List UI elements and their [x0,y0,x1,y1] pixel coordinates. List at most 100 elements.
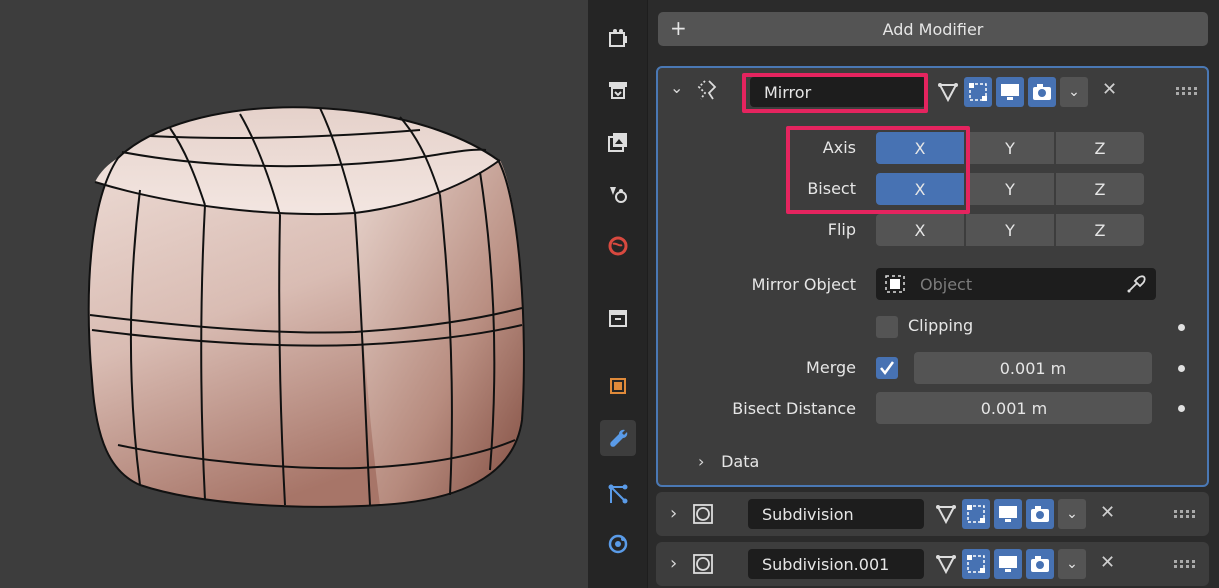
merge-distance-field[interactable]: 0.001 m [914,352,1152,384]
bisect-y-toggle[interactable]: Y [966,173,1054,205]
mirror-object-field[interactable]: Object [876,268,1156,300]
modifier-name-field[interactable]: Subdivision [748,499,924,529]
bisect-distance-label: Bisect Distance [732,399,856,418]
bisect-z-toggle[interactable]: Z [1056,173,1144,205]
monitor-icon [1001,84,1019,100]
clipping-checkbox[interactable] [876,316,898,338]
close-icon[interactable]: ✕ [1102,79,1117,100]
render-icon [609,82,627,99]
edit-mode-icon [938,83,958,103]
mirror-modifier-header: ⌄ Mirror ⌄ ✕ [658,68,1207,110]
keyframe-dot[interactable] [1178,405,1185,412]
add-modifier-label: Add Modifier [882,20,984,39]
flip-label: Flip [827,220,856,239]
chevron-down-icon: ⌄ [1066,556,1078,572]
on-cage-toggle[interactable] [964,77,992,107]
object-icon [610,378,626,394]
rounded-cube-mesh [87,106,525,508]
particles-icon [608,484,628,504]
on-cage-icon [967,505,985,523]
chevron-down-icon: ⌄ [1066,506,1078,522]
drag-handle-icon[interactable] [1174,559,1196,569]
realtime-display-toggle[interactable] [994,549,1022,579]
subdivision-001-modifier-panel: › Subdivision.001 ⌄ ✕ [656,542,1209,586]
mirror-object-label: Mirror Object [751,275,856,294]
camera-icon [1031,506,1049,522]
tab-world[interactable] [600,228,636,264]
monitor-icon [999,506,1017,522]
collection-icon [609,310,627,327]
edit-mode-toggle[interactable] [932,499,960,529]
tab-output[interactable] [600,124,636,160]
realtime-display-toggle[interactable] [996,77,1024,107]
mirror-modifier-icon [697,80,717,100]
chevron-right-icon: › [698,452,705,471]
edit-mode-toggle[interactable] [932,549,960,579]
tab-modifiers[interactable] [600,420,636,456]
close-icon[interactable]: ✕ [1100,552,1115,573]
3d-viewport[interactable] [0,0,588,588]
tab-collection[interactable] [600,300,636,336]
tab-tool[interactable] [600,20,636,56]
flip-y-toggle[interactable]: Y [966,214,1054,246]
data-subpanel-header[interactable]: › Data [698,452,759,471]
bisect-label: Bisect [807,179,856,198]
flip-toggle-group: X Y Z [876,214,1144,246]
chevron-down-icon: ⌄ [1068,84,1080,100]
edit-mode-toggle[interactable] [934,77,962,107]
bisect-toggle-group: X Y Z [876,173,1144,205]
flip-x-toggle[interactable]: X [876,214,964,246]
edit-mode-icon [936,555,956,575]
output-icon [608,133,627,152]
subdivision-modifier-panel: › Subdivision ⌄ ✕ [656,492,1209,536]
object-icon [885,275,905,293]
add-modifier-button[interactable]: + Add Modifier [658,12,1208,46]
render-toggle[interactable] [1026,549,1054,579]
checkmark-icon [880,361,895,376]
tab-render[interactable] [600,72,636,108]
mirror-modifier-panel: ⌄ Mirror ⌄ ✕ Axis X Y Z Bisect X Y Z Fli… [656,66,1209,487]
world-icon [608,236,628,256]
properties-tab-strip [588,0,648,588]
realtime-display-toggle[interactable] [994,499,1022,529]
subdivision-modifier-icon [693,504,713,524]
tab-physics[interactable] [600,526,636,562]
merge-label: Merge [806,358,856,377]
drag-handle-icon[interactable] [1174,509,1196,519]
mirror-object-placeholder: Object [920,275,973,294]
view-layer-icon [610,187,627,203]
keyframe-dot[interactable] [1178,324,1185,331]
render-toggle[interactable] [1028,77,1056,107]
axis-label: Axis [822,138,856,157]
on-cage-toggle[interactable] [962,549,990,579]
eyedropper-icon[interactable] [1126,274,1146,294]
axis-z-toggle[interactable]: Z [1056,132,1144,164]
bisect-distance-field[interactable]: 0.001 m [876,392,1152,424]
camera-icon [1031,556,1049,572]
axis-y-toggle[interactable]: Y [966,132,1054,164]
drag-handle-icon[interactable] [1176,86,1198,96]
chevron-down-icon[interactable]: ⌄ [670,78,683,97]
monitor-icon [999,556,1017,572]
axis-x-toggle[interactable]: X [876,132,964,164]
modifier-name-field[interactable]: Mirror [750,77,926,107]
modifier-menu-dropdown[interactable]: ⌄ [1058,499,1086,529]
render-toggle[interactable] [1026,499,1054,529]
chevron-right-icon[interactable]: › [670,503,677,524]
modifier-menu-dropdown[interactable]: ⌄ [1058,549,1086,579]
bisect-x-toggle[interactable]: X [876,173,964,205]
tab-object[interactable] [600,368,636,404]
merge-checkbox[interactable] [876,357,898,379]
tab-view-layer[interactable] [600,176,636,212]
axis-toggle-group: X Y Z [876,132,1144,164]
tab-particles[interactable] [600,476,636,512]
modifier-name-field[interactable]: Subdivision.001 [748,549,924,579]
tool-icon [609,29,627,47]
keyframe-dot[interactable] [1178,365,1185,372]
chevron-right-icon[interactable]: › [670,553,677,574]
on-cage-toggle[interactable] [962,499,990,529]
on-cage-icon [969,83,987,101]
modifier-menu-dropdown[interactable]: ⌄ [1060,77,1088,107]
close-icon[interactable]: ✕ [1100,502,1115,523]
flip-z-toggle[interactable]: Z [1056,214,1144,246]
